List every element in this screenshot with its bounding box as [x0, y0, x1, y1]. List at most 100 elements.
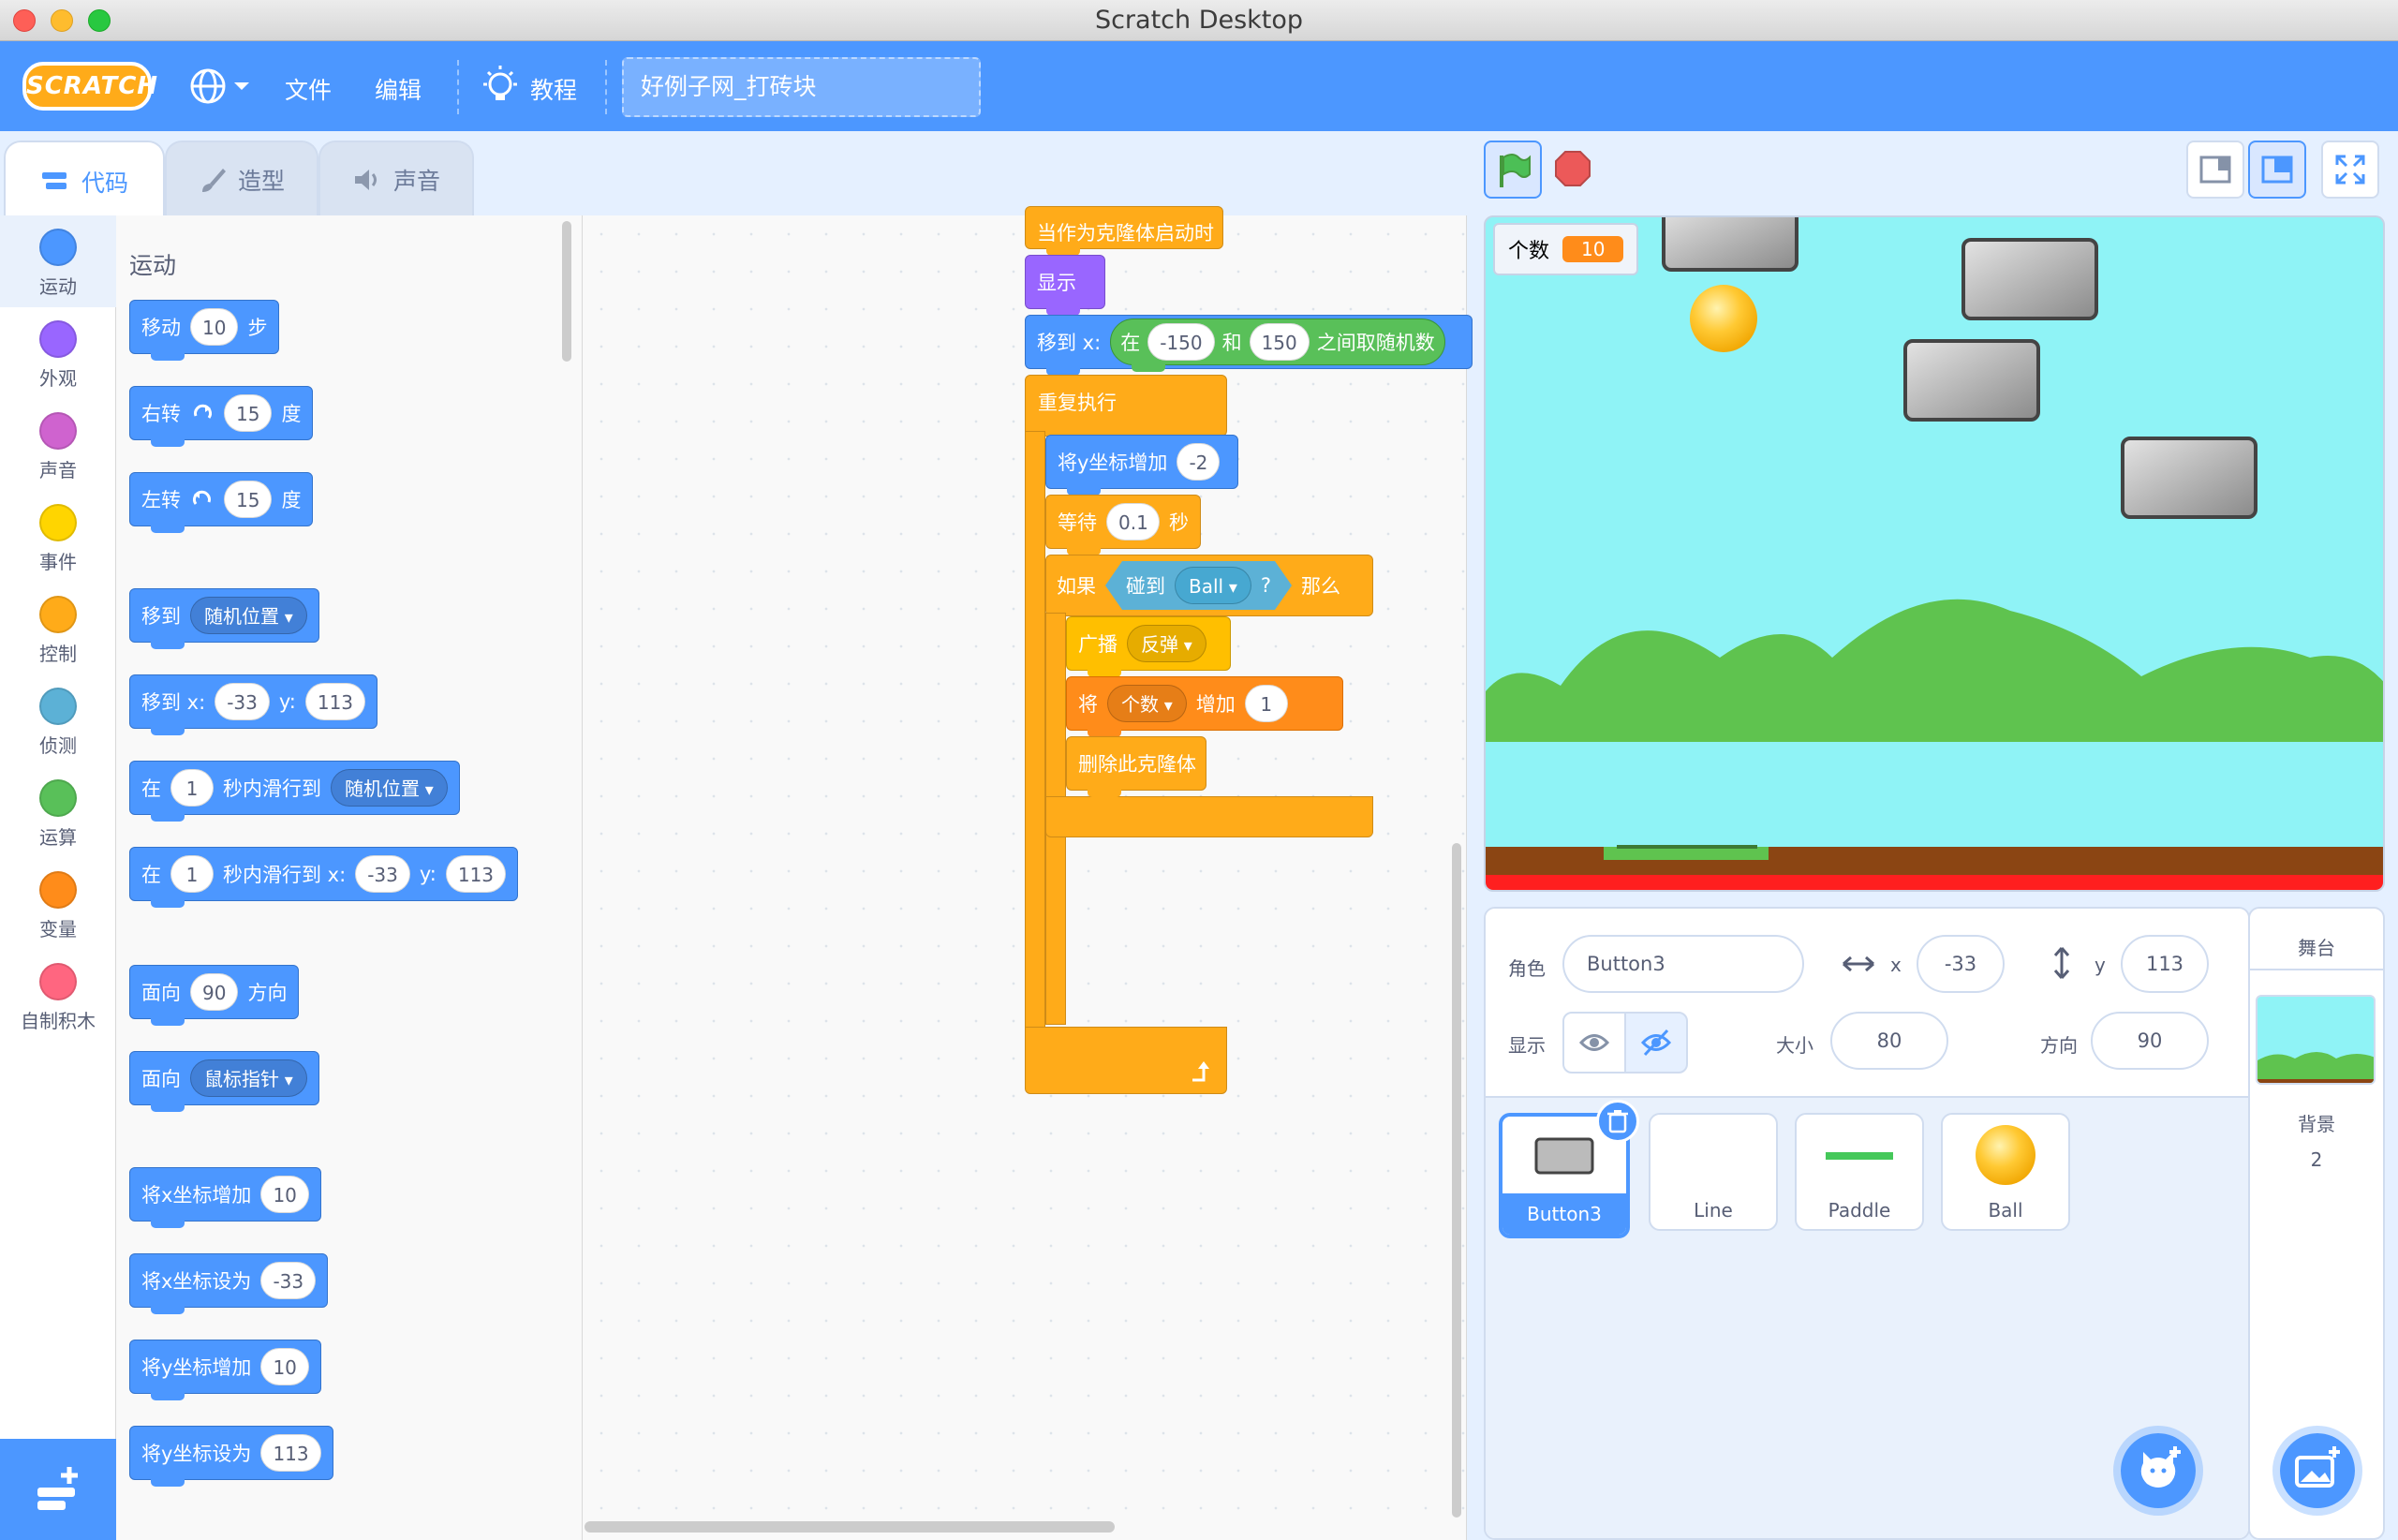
script-change-y[interactable]: 将y坐标增加 -2	[1045, 435, 1238, 496]
green-flag-button[interactable]	[1484, 141, 1542, 199]
block-input[interactable]: 15	[224, 481, 273, 518]
block-dropdown[interactable]: 随机位置	[190, 597, 307, 634]
block-point-direction[interactable]: 面向 90 方向	[129, 965, 300, 1026]
block-goto-xy[interactable]: 移到 x: -33 y: 113	[129, 674, 378, 735]
tab-costumes[interactable]: 造型	[165, 141, 318, 217]
size-input[interactable]: 80	[1830, 1012, 1948, 1070]
sprite-name-input[interactable]: Button3	[1562, 935, 1804, 993]
block-input[interactable]: 113	[445, 855, 507, 893]
code-vertical-scrollbar[interactable]	[1452, 843, 1461, 1518]
add-extension-button[interactable]	[0, 1439, 116, 1540]
stage-canvas[interactable]: 个数 10	[1484, 215, 2385, 892]
category-looks[interactable]: 外观	[0, 307, 116, 399]
category-variables[interactable]: 变量	[0, 858, 116, 950]
sprite-thumb-line[interactable]: Line	[1649, 1113, 1778, 1231]
stage-panel-divider	[2250, 969, 2383, 970]
block-input[interactable]: 1	[1244, 685, 1288, 722]
category-motion[interactable]: 运动	[0, 215, 116, 307]
tab-sounds[interactable]: 声音	[318, 141, 474, 217]
block-dropdown[interactable]: 个数	[1107, 685, 1187, 722]
sprite-thumb-ball[interactable]: Ball	[1941, 1113, 2070, 1231]
project-title-input[interactable]: 好例子网_打砖块	[622, 57, 981, 117]
fullscreen-button[interactable]	[2321, 141, 2379, 199]
block-input[interactable]: 10	[190, 308, 239, 346]
sprite-name: Button3	[1502, 1193, 1626, 1235]
backdrop-thumbnail[interactable]	[2256, 995, 2376, 1085]
block-input[interactable]: 113	[260, 1434, 321, 1472]
block-input[interactable]: 113	[304, 683, 366, 720]
operator-random[interactable]: 在 -150 和 150 之间取随机数	[1110, 318, 1445, 372]
small-stage-button[interactable]	[2186, 141, 2244, 199]
block-input[interactable]: 0.1	[1106, 503, 1160, 540]
category-control[interactable]: 控制	[0, 583, 116, 674]
ball-thumbnail	[1976, 1125, 2035, 1185]
block-input[interactable]: 15	[224, 394, 273, 432]
code-workspace[interactable]: 当作为克隆体启动时 显示 移到 x: 在 -150 和 150 之间取随机数 重复执行 …	[583, 206, 2010, 1540]
sprite-thumb-paddle[interactable]: Paddle	[1795, 1113, 1924, 1231]
block-dropdown[interactable]: 鼠标指针	[190, 1059, 307, 1097]
block-dropdown[interactable]: Ball	[1175, 567, 1251, 604]
edit-menu[interactable]: 编辑	[375, 72, 422, 106]
block-point-towards[interactable]: 面向 鼠标指针	[129, 1051, 319, 1112]
block-set-x[interactable]: 将x坐标设为 -33	[129, 1253, 329, 1314]
scratch-logo[interactable]: SCRATCH	[22, 62, 157, 111]
code-horizontal-scrollbar[interactable]	[585, 1521, 1115, 1533]
block-turn-left[interactable]: 左转 15 度	[129, 472, 314, 533]
block-input[interactable]: 1	[170, 769, 214, 807]
category-sound[interactable]: 声音	[0, 399, 116, 491]
delete-sprite-button[interactable]	[1596, 1100, 1639, 1143]
script-wait[interactable]: 等待 0.1 秒	[1045, 495, 1201, 555]
hide-sprite-button[interactable]	[1624, 1012, 1688, 1074]
block-dropdown[interactable]: 随机位置	[331, 769, 448, 807]
block-turn-right[interactable]: 右转 15 度	[129, 386, 314, 447]
sensing-touching[interactable]: 碰到 Ball?	[1105, 561, 1292, 610]
category-my-blocks[interactable]: 自制积木	[0, 950, 116, 1042]
tab-code[interactable]: 代码	[4, 141, 165, 221]
block-input[interactable]: -150	[1147, 323, 1215, 361]
block-input[interactable]: 1	[170, 855, 214, 893]
block-input[interactable]: 150	[1249, 323, 1310, 361]
block-glide-to-xy[interactable]: 在 1 秒内滑行到 x: -33 y: 113	[129, 847, 519, 908]
script-broadcast[interactable]: 广播 反弹	[1066, 616, 1231, 677]
block-dropdown[interactable]: 反弹	[1127, 625, 1206, 662]
block-input[interactable]: -33	[215, 683, 270, 720]
block-change-x[interactable]: 将x坐标增加 10	[129, 1167, 321, 1228]
forever-bottom	[1025, 1027, 1227, 1094]
category-sensing[interactable]: 侦测	[0, 674, 116, 766]
block-text: ?	[1260, 574, 1272, 597]
script-delete-clone[interactable]: 删除此克隆体	[1066, 736, 1206, 797]
file-menu[interactable]: 文件	[285, 72, 332, 106]
script-goto-x[interactable]: 移到 x: 在 -150 和 150 之间取随机数	[1025, 315, 1473, 376]
block-input[interactable]: 10	[260, 1176, 309, 1213]
block-input[interactable]: -2	[1177, 443, 1221, 481]
block-glide-to[interactable]: 在 1 秒内滑行到 随机位置	[129, 761, 460, 822]
y-input[interactable]: 113	[2121, 935, 2209, 993]
block-change-y[interactable]: 将y坐标增加 10	[129, 1340, 321, 1400]
choose-sprite-button[interactable]	[2113, 1426, 2203, 1516]
block-text: 将y坐标增加	[1058, 452, 1168, 474]
direction-input[interactable]: 90	[2091, 1012, 2209, 1070]
script-show[interactable]: 显示	[1025, 255, 1105, 316]
language-menu[interactable]	[187, 66, 255, 107]
show-sprite-button[interactable]	[1562, 1012, 1626, 1074]
block-input[interactable]: 90	[190, 973, 239, 1011]
block-input[interactable]: -33	[260, 1262, 317, 1299]
brick-sprite	[1961, 238, 2098, 320]
block-input[interactable]: 10	[260, 1348, 309, 1385]
trash-icon	[1607, 1110, 1628, 1133]
choose-backdrop-button[interactable]	[2272, 1426, 2362, 1516]
tutorials-menu[interactable]: 教程	[480, 64, 592, 109]
x-input[interactable]: -33	[1917, 935, 2005, 993]
category-operators[interactable]: 运算	[0, 766, 116, 858]
block-move-steps[interactable]: 移动 10 步	[129, 300, 280, 361]
block-goto[interactable]: 移到 随机位置	[129, 588, 319, 649]
stop-button[interactable]	[1544, 141, 1602, 199]
script-change-var[interactable]: 将个数增加 1	[1066, 676, 1343, 737]
large-stage-button[interactable]	[2248, 141, 2306, 199]
script-hat-clone-start[interactable]: 当作为克隆体启动时	[1025, 206, 1223, 256]
palette-scrollbar[interactable]	[562, 221, 571, 362]
block-input[interactable]: -33	[355, 855, 410, 893]
category-events[interactable]: 事件	[0, 491, 116, 583]
block-set-y[interactable]: 将y坐标设为 113	[129, 1426, 333, 1487]
variable-monitor[interactable]: 个数 10	[1493, 223, 1639, 275]
